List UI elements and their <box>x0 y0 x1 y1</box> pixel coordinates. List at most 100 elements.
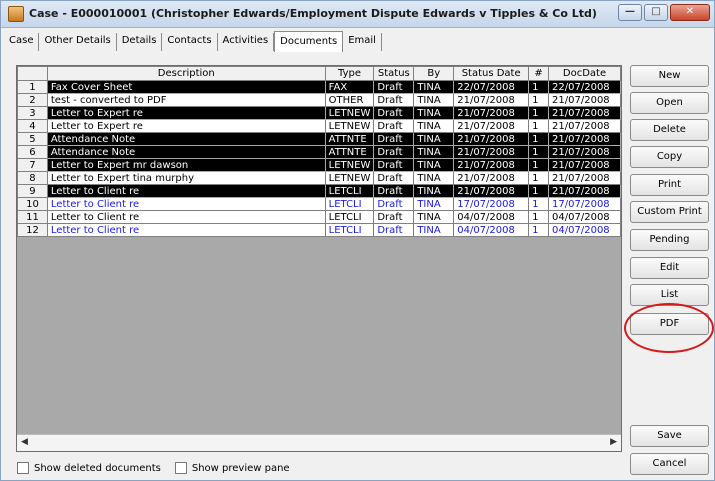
table-row[interactable]: 9 Letter to Client re LETCLI Draft TINA 21/07… <box>17 184 621 198</box>
row-number[interactable]: 6 <box>17 145 48 159</box>
cell-type[interactable]: LETCLI <box>324 223 375 237</box>
cell-docdate[interactable]: 21/07/2008 <box>548 93 621 107</box>
cell-by[interactable]: TINA <box>413 119 455 133</box>
cell-status-date[interactable]: 04/07/2008 <box>453 223 530 237</box>
tab-documents[interactable]: Documents <box>274 31 344 52</box>
cell-status[interactable]: Draft <box>373 171 415 185</box>
cell-number[interactable]: 1 <box>528 132 550 146</box>
checkbox-icon[interactable] <box>174 462 187 474</box>
cell-status[interactable]: Draft <box>373 93 415 107</box>
cell-status[interactable]: Draft <box>373 158 415 172</box>
cell-docdate[interactable]: 04/07/2008 <box>548 223 621 237</box>
table-row[interactable]: 12 Letter to Client re LETCLI Draft TINA 04/0… <box>17 223 621 237</box>
cell-status-date[interactable]: 04/07/2008 <box>453 210 530 224</box>
maximize-button[interactable]: □ <box>644 4 668 21</box>
cell-description[interactable]: Letter to Expert tina murphy <box>46 171 326 185</box>
cell-type[interactable]: ATTNTE <box>324 132 375 146</box>
cell-docdate[interactable]: 21/07/2008 <box>548 184 621 198</box>
new-button[interactable]: New <box>630 65 709 87</box>
cell-number[interactable]: 1 <box>528 80 550 94</box>
cell-by[interactable]: TINA <box>413 80 455 94</box>
cell-docdate[interactable]: 21/07/2008 <box>548 106 621 120</box>
cell-number[interactable]: 1 <box>528 119 550 133</box>
cell-description[interactable]: Letter to Expert mr dawson <box>46 158 326 172</box>
cell-docdate[interactable]: 17/07/2008 <box>548 197 621 211</box>
cell-status[interactable]: Draft <box>373 197 415 211</box>
cell-description[interactable]: Letter to Expert re <box>46 119 326 133</box>
cell-by[interactable]: TINA <box>413 197 455 211</box>
edit-button[interactable]: Edit <box>630 257 709 279</box>
cell-type[interactable]: OTHER <box>324 93 375 107</box>
row-number[interactable]: 8 <box>17 171 48 185</box>
table-row[interactable]: 10 Letter to Client re LETCLI Draft TINA 17/0… <box>17 197 621 211</box>
cell-type[interactable]: LETNEW <box>324 106 375 120</box>
cell-status-date[interactable]: 21/07/2008 <box>453 119 530 133</box>
cell-type[interactable]: LETCLI <box>324 197 375 211</box>
cell-type[interactable]: LETCLI <box>324 184 375 198</box>
row-number[interactable]: 9 <box>17 184 48 198</box>
cell-type[interactable]: FAX <box>324 80 375 94</box>
cell-type[interactable]: LETCLI <box>324 210 375 224</box>
cell-by[interactable]: TINA <box>413 171 455 185</box>
cell-number[interactable]: 1 <box>528 158 550 172</box>
cell-status-date[interactable]: 21/07/2008 <box>453 158 530 172</box>
col-header-number[interactable]: # <box>528 66 550 81</box>
cell-number[interactable]: 1 <box>528 171 550 185</box>
cell-number[interactable]: 1 <box>528 93 550 107</box>
cell-by[interactable]: TINA <box>413 223 455 237</box>
table-row[interactable]: 2 test - converted to PDF OTHER Draft TINA 21… <box>17 93 621 107</box>
cell-description[interactable]: Letter to Expert re <box>46 106 326 120</box>
cell-status[interactable]: Draft <box>373 80 415 94</box>
show-preview-checkbox[interactable]: Show preview pane <box>174 462 290 474</box>
cell-by[interactable]: TINA <box>413 210 455 224</box>
open-button[interactable]: Open <box>630 92 709 114</box>
scroll-right-icon[interactable]: ▶ <box>610 437 617 447</box>
cell-number[interactable]: 1 <box>528 223 550 237</box>
cell-status[interactable]: Draft <box>373 184 415 198</box>
cancel-button[interactable]: Cancel <box>630 453 709 475</box>
cell-status[interactable]: Draft <box>373 119 415 133</box>
cell-docdate[interactable]: 21/07/2008 <box>548 171 621 185</box>
cell-status-date[interactable]: 22/07/2008 <box>453 80 530 94</box>
cell-by[interactable]: TINA <box>413 145 455 159</box>
tab-other-details[interactable]: Other Details <box>39 33 117 51</box>
cell-status[interactable]: Draft <box>373 223 415 237</box>
cell-type[interactable]: LETNEW <box>324 158 375 172</box>
scroll-left-icon[interactable]: ◀ <box>21 437 28 447</box>
close-button[interactable]: ✕ <box>670 4 710 21</box>
cell-description[interactable]: Fax Cover Sheet <box>46 80 326 94</box>
cell-description[interactable]: Letter to Client re <box>46 223 326 237</box>
cell-docdate[interactable]: 21/07/2008 <box>548 158 621 172</box>
documents-grid[interactable]: Description Type Status By Status Date #… <box>16 65 622 452</box>
cell-status[interactable]: Draft <box>373 106 415 120</box>
cell-number[interactable]: 1 <box>528 184 550 198</box>
cell-status-date[interactable]: 21/07/2008 <box>453 106 530 120</box>
tab-activities[interactable]: Activities <box>218 33 275 51</box>
row-number[interactable]: 11 <box>17 210 48 224</box>
save-button[interactable]: Save <box>630 425 709 447</box>
minimize-button[interactable]: — <box>618 4 642 21</box>
cell-description[interactable]: Letter to Client re <box>46 197 326 211</box>
cell-by[interactable]: TINA <box>413 184 455 198</box>
cell-status-date[interactable]: 21/07/2008 <box>453 171 530 185</box>
cell-docdate[interactable]: 21/07/2008 <box>548 145 621 159</box>
cell-status-date[interactable]: 17/07/2008 <box>453 197 530 211</box>
col-header-status-date[interactable]: Status Date <box>453 66 530 81</box>
row-number[interactable]: 4 <box>17 119 48 133</box>
row-number[interactable]: 10 <box>17 197 48 211</box>
cell-status-date[interactable]: 21/07/2008 <box>453 184 530 198</box>
cell-type[interactable]: LETNEW <box>324 119 375 133</box>
table-row[interactable]: 1 Fax Cover Sheet FAX Draft TINA 22/07/2008 1 2… <box>17 80 621 94</box>
cell-type[interactable]: ATTNTE <box>324 145 375 159</box>
cell-number[interactable]: 1 <box>528 197 550 211</box>
col-header-docdate[interactable]: DocDate <box>548 66 621 81</box>
row-number[interactable]: 5 <box>17 132 48 146</box>
cell-status-date[interactable]: 21/07/2008 <box>453 145 530 159</box>
col-header-type[interactable]: Type <box>324 66 375 81</box>
row-number[interactable]: 12 <box>17 223 48 237</box>
horizontal-scrollbar[interactable]: ◀ ▶ <box>17 434 621 451</box>
delete-button[interactable]: Delete <box>630 119 709 141</box>
table-row[interactable]: 3 Letter to Expert re LETNEW Draft TINA 21/07… <box>17 106 621 120</box>
show-deleted-checkbox[interactable]: Show deleted documents <box>17 462 161 474</box>
tab-case[interactable]: Case <box>4 33 40 51</box>
